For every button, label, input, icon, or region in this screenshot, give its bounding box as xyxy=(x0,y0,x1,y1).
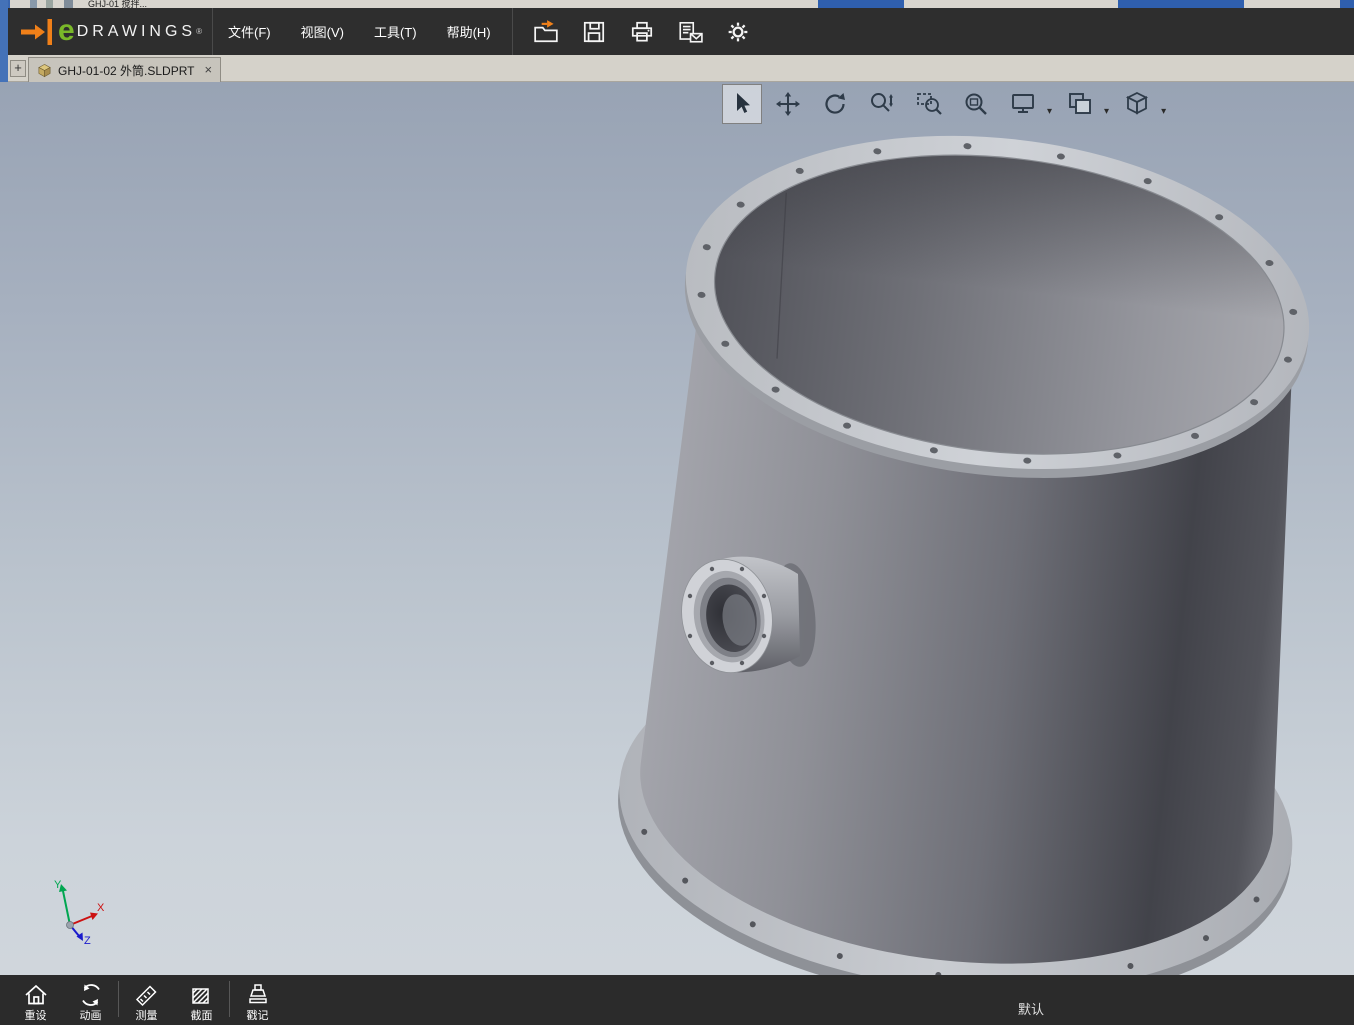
print-icon[interactable] xyxy=(629,19,655,45)
animation-icon xyxy=(81,984,100,1006)
display-settings-icon xyxy=(1069,93,1091,114)
bg-window-block xyxy=(1118,0,1244,8)
menu-help[interactable]: 帮助(H) xyxy=(432,13,506,50)
tab-bar: + GHJ-01-02 外筒.SLDPRT × xyxy=(8,55,1354,82)
zoom-area-icon xyxy=(917,93,942,115)
bg-window-block xyxy=(818,0,904,8)
reset-button[interactable]: 重设 xyxy=(8,975,63,1023)
background-window-sliver: GHJ-01 搅拌... xyxy=(0,0,1354,8)
display-settings-tool[interactable] xyxy=(1059,84,1101,124)
bg-window-icon-fragment xyxy=(30,0,37,8)
pan-icon xyxy=(776,92,800,116)
send-email-icon[interactable] xyxy=(677,19,703,45)
measure-label: 测量 xyxy=(135,1010,158,1022)
document-tab[interactable]: GHJ-01-02 外筒.SLDPRT × xyxy=(28,57,222,82)
pan-tool[interactable] xyxy=(767,84,809,124)
triad-x-label: X xyxy=(97,902,105,914)
bg-window-icon-fragment xyxy=(46,0,53,8)
home-icon xyxy=(24,984,47,1005)
background-window-edge xyxy=(0,0,8,82)
bg-window-icon-fragment xyxy=(64,0,73,8)
rotate-tool[interactable] xyxy=(814,84,856,124)
settings-gear-icon[interactable] xyxy=(725,19,751,45)
measure-button[interactable]: 测量 xyxy=(119,975,174,1023)
fullscreen-tool[interactable] xyxy=(1002,84,1044,124)
section-label: 截面 xyxy=(190,1010,213,1022)
animate-label: 动画 xyxy=(79,1010,102,1022)
model-3d[interactable] xyxy=(0,82,1354,975)
stamp-button[interactable]: 戳记 xyxy=(230,975,285,1023)
fullscreen-dropdown-caret[interactable]: ▾ xyxy=(1047,106,1052,117)
display-settings-dropdown-caret[interactable]: ▾ xyxy=(1104,106,1109,117)
status-bar: 重设 动画 测量 截面 戳记 默认 xyxy=(0,975,1354,1025)
zoom-fit-tool[interactable] xyxy=(955,84,997,124)
triad-z-label: Z xyxy=(84,935,91,945)
triad-y-label: Y xyxy=(54,879,62,891)
configuration-name: 默认 xyxy=(1018,1002,1045,1017)
menu-file[interactable]: 文件(F) xyxy=(213,13,286,50)
menubar: e DRAWINGS ® 文件(F) 视图(V) 工具(T) 帮助(H) xyxy=(8,8,1354,55)
fullscreen-icon xyxy=(1012,94,1034,113)
logo-name: DRAWINGS xyxy=(76,22,197,40)
part-file-icon xyxy=(38,63,51,77)
3d-viewport[interactable]: ▾ ▾ ▾ Y X Z xyxy=(0,82,1354,975)
menu-view[interactable]: 视图(V) xyxy=(286,13,359,50)
zoom-in-out-icon xyxy=(871,93,893,112)
zoom-in-out-tool[interactable] xyxy=(861,84,903,124)
open-icon[interactable] xyxy=(533,19,559,45)
save-icon[interactable] xyxy=(581,19,607,45)
rotate-icon xyxy=(825,93,845,114)
stamp-icon xyxy=(248,984,267,1004)
select-tool[interactable] xyxy=(722,84,762,124)
orientation-cube-icon xyxy=(1126,91,1149,115)
animate-button[interactable]: 动画 xyxy=(63,975,118,1023)
section-icon xyxy=(191,988,209,1004)
zoom-fit-icon xyxy=(965,93,987,115)
view-orientation-tool[interactable] xyxy=(1116,84,1158,124)
logo-e: e xyxy=(58,13,75,47)
measure-icon xyxy=(135,985,157,1007)
bg-window-block xyxy=(1340,0,1354,8)
reset-label: 重设 xyxy=(24,1010,47,1022)
select-arrow-icon xyxy=(737,93,750,113)
logo-registered-mark: ® xyxy=(196,27,202,36)
menubar-toolbar xyxy=(513,19,751,45)
section-button[interactable]: 截面 xyxy=(174,975,229,1023)
menu-tools[interactable]: 工具(T) xyxy=(359,13,432,50)
new-tab-button[interactable]: + xyxy=(10,60,26,77)
background-window-title-fragment: GHJ-01 搅拌... xyxy=(88,0,148,8)
orientation-dropdown-caret[interactable]: ▾ xyxy=(1161,106,1166,117)
view-toolbar: ▾ ▾ ▾ xyxy=(722,84,1168,124)
tab-title: GHJ-01-02 外筒.SLDPRT xyxy=(58,63,195,78)
orientation-triad: Y X Z xyxy=(54,879,105,945)
edrawings-arrow-icon xyxy=(21,18,52,45)
zoom-area-tool[interactable] xyxy=(908,84,950,124)
stamp-label: 戳记 xyxy=(246,1010,269,1022)
edrawings-logo: e DRAWINGS ® xyxy=(8,8,213,55)
tab-close-icon[interactable]: × xyxy=(204,63,212,76)
